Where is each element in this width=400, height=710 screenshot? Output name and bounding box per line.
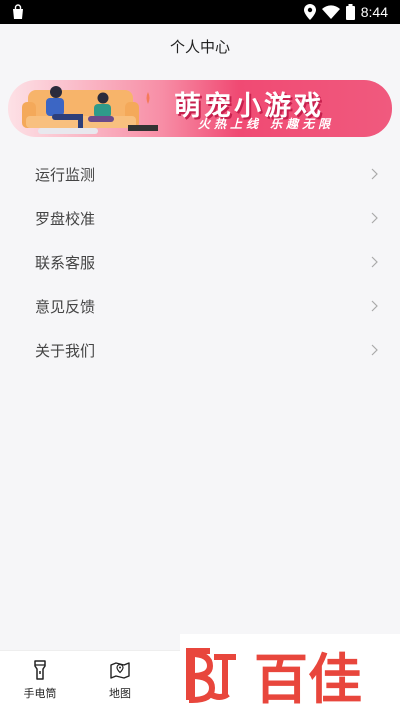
promo-banner[interactable]: 萌宠小游戏 火热上线 乐趣无限: [8, 80, 392, 137]
watermark-text: 百佳: [254, 648, 362, 710]
battery-icon: [345, 4, 355, 20]
settings-menu: 运行监测 罗盘校准 联系客服 意见反馈 关于我们: [0, 152, 400, 372]
chevron-right-icon: [371, 344, 378, 356]
status-time: 8:44: [360, 4, 388, 20]
shopping-bag-icon: [13, 4, 23, 19]
menu-item-about-us[interactable]: 关于我们: [0, 328, 400, 372]
banner-subtitle: 火热上线 乐趣无限: [198, 117, 335, 131]
chevron-right-icon: [371, 168, 378, 180]
menu-item-label: 运行监测: [35, 165, 96, 184]
menu-item-run-monitor[interactable]: 运行监测: [0, 152, 400, 196]
menu-item-contact-support[interactable]: 联系客服: [0, 240, 400, 284]
watermark-logo-icon: 百佳: [186, 648, 362, 710]
chevron-right-icon: [371, 256, 378, 268]
gamers-illustration: [22, 86, 158, 134]
tab-label: 手电筒: [23, 687, 57, 700]
menu-item-label: 关于我们: [35, 341, 96, 360]
page-header: 个人中心: [0, 24, 400, 68]
page-title: 个人中心: [169, 37, 230, 56]
menu-item-label: 意见反馈: [35, 297, 96, 316]
chevron-right-icon: [371, 300, 378, 312]
tab-map[interactable]: 地图: [90, 659, 150, 701]
tab-label: 地图: [109, 687, 131, 700]
watermark-logo: 百佳: [180, 634, 400, 710]
tab-flashlight[interactable]: 手电筒: [10, 659, 70, 701]
wifi-icon: [321, 5, 340, 19]
flashlight-icon: [34, 660, 46, 680]
chevron-right-icon: [371, 212, 378, 224]
location-pin-icon: [303, 4, 316, 20]
menu-item-feedback[interactable]: 意见反馈: [0, 284, 400, 328]
map-icon: [110, 662, 130, 679]
menu-item-label: 罗盘校准: [35, 209, 96, 228]
menu-item-label: 联系客服: [35, 253, 96, 272]
status-bar: 8:44: [0, 0, 400, 24]
menu-item-compass-calibration[interactable]: 罗盘校准: [0, 196, 400, 240]
